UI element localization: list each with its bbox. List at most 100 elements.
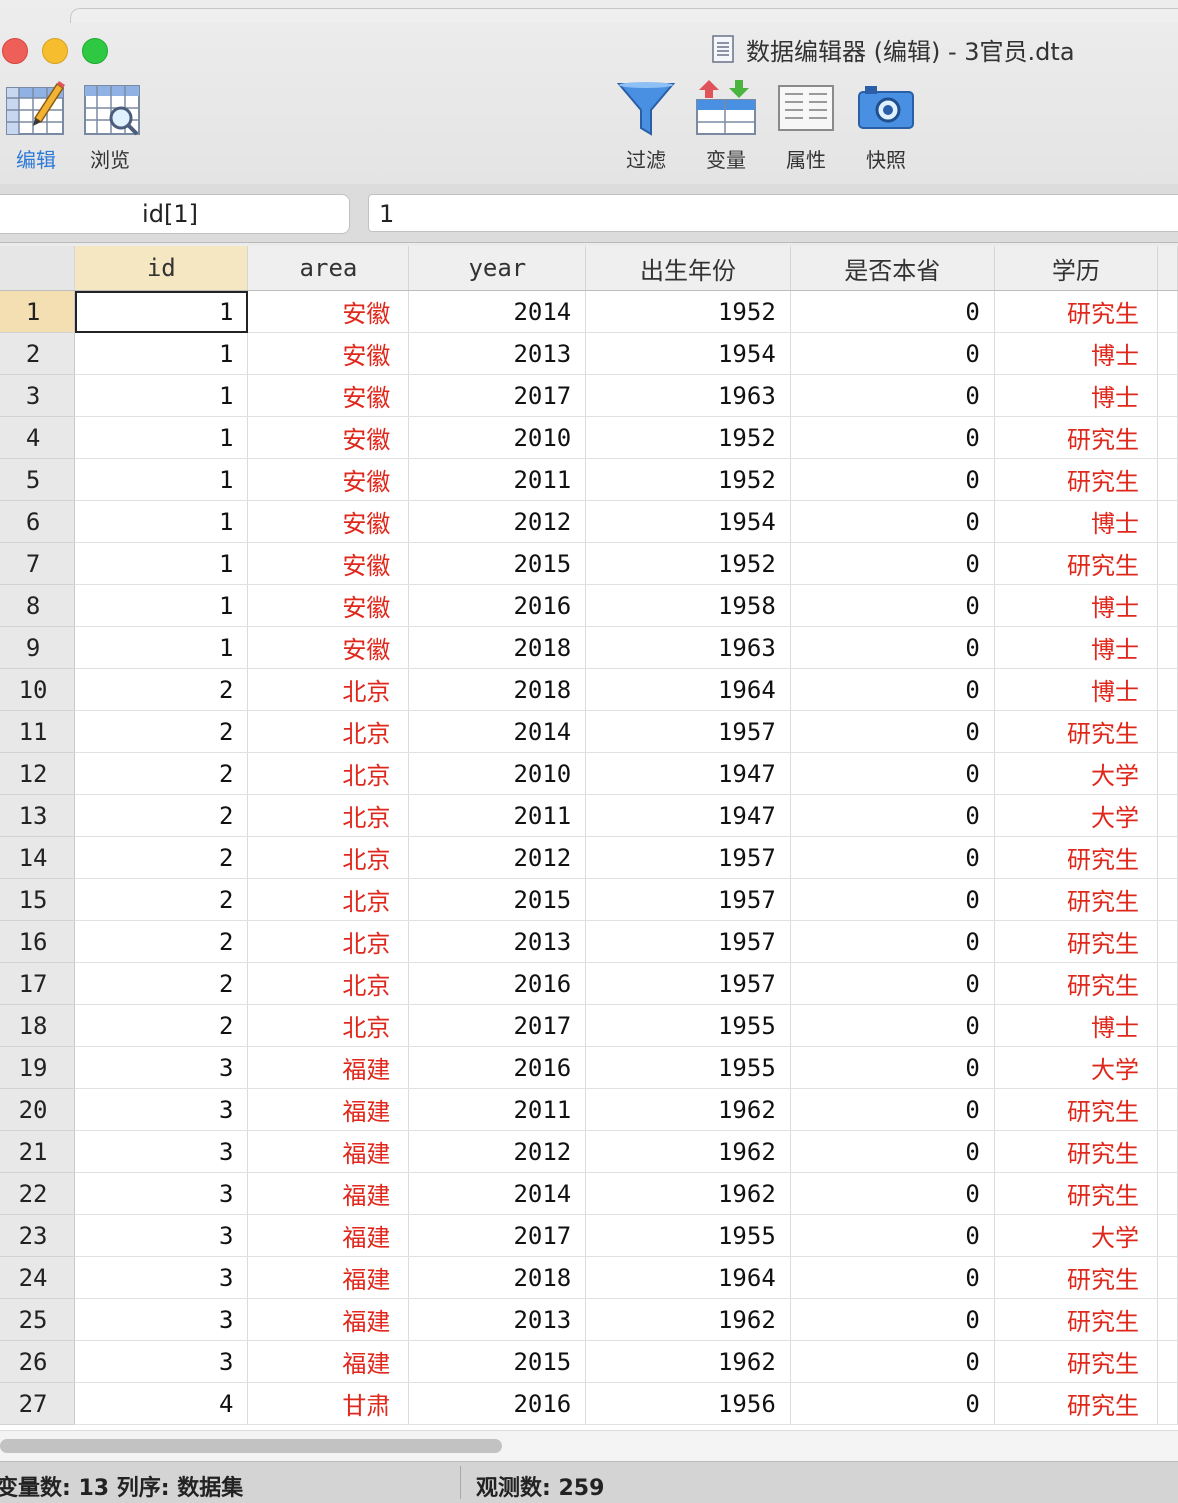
table-cell-empty[interactable] bbox=[1157, 416, 1178, 459]
table-cell[interactable]: 研究生 bbox=[994, 962, 1159, 1005]
data-grid[interactable]: id area year 出生年份 是否本省 学历 1 1 安徽 2014 1952 0 研… bbox=[0, 246, 1178, 1430]
table-cell[interactable]: 3 bbox=[74, 1214, 249, 1257]
table-cell[interactable]: 2017 bbox=[408, 1004, 587, 1047]
table-cell[interactable]: 1954 bbox=[585, 500, 791, 543]
minimize-window-button[interactable] bbox=[42, 38, 68, 64]
table-cell[interactable]: 1957 bbox=[585, 962, 791, 1005]
table-cell-empty[interactable] bbox=[1157, 752, 1178, 795]
table-cell[interactable]: 2012 bbox=[408, 500, 587, 543]
table-cell[interactable]: 2011 bbox=[408, 1088, 587, 1131]
table-cell[interactable]: 2016 bbox=[408, 584, 587, 627]
table-cell[interactable]: 北京 bbox=[247, 962, 410, 1005]
table-cell[interactable]: 0 bbox=[790, 920, 995, 963]
table-cell[interactable]: 研究生 bbox=[994, 710, 1159, 753]
cell-name-box[interactable]: id[1] bbox=[0, 194, 350, 234]
table-cell[interactable]: 0 bbox=[790, 374, 995, 417]
table-cell[interactable]: 2016 bbox=[408, 1046, 587, 1089]
table-cell[interactable]: 博士 bbox=[994, 332, 1159, 375]
table-cell[interactable]: 北京 bbox=[247, 836, 410, 879]
table-cell[interactable]: 1958 bbox=[585, 584, 791, 627]
filter-button[interactable]: 过滤 bbox=[610, 78, 682, 173]
cell-value-input[interactable]: 1 bbox=[368, 194, 1178, 232]
table-cell[interactable]: 1 bbox=[74, 416, 249, 459]
table-cell[interactable]: 0 bbox=[790, 1298, 995, 1341]
table-cell[interactable]: 1957 bbox=[585, 878, 791, 921]
table-cell-empty[interactable] bbox=[1157, 668, 1178, 711]
table-cell[interactable]: 研究生 bbox=[994, 1256, 1159, 1299]
table-cell[interactable]: 0 bbox=[790, 458, 995, 501]
table-cell[interactable]: 1952 bbox=[585, 458, 791, 501]
table-cell[interactable]: 0 bbox=[790, 1256, 995, 1299]
table-cell[interactable]: 研究生 bbox=[994, 836, 1159, 879]
row-number[interactable]: 7 bbox=[0, 542, 76, 585]
table-cell[interactable]: 研究生 bbox=[994, 878, 1159, 921]
table-cell[interactable]: 0 bbox=[790, 752, 995, 795]
table-cell[interactable]: 1956 bbox=[585, 1382, 791, 1425]
table-cell[interactable]: 2011 bbox=[408, 458, 587, 501]
table-cell-empty[interactable] bbox=[1157, 542, 1178, 585]
table-cell[interactable]: 0 bbox=[790, 1340, 995, 1383]
table-cell[interactable]: 2 bbox=[74, 1004, 249, 1047]
table-cell-empty[interactable] bbox=[1157, 920, 1178, 963]
table-cell-empty[interactable] bbox=[1157, 1088, 1178, 1131]
table-cell[interactable]: 北京 bbox=[247, 878, 410, 921]
table-cell[interactable]: 0 bbox=[790, 1172, 995, 1215]
row-number[interactable]: 25 bbox=[0, 1298, 76, 1341]
table-cell[interactable]: 研究生 bbox=[994, 1130, 1159, 1173]
table-cell[interactable]: 3 bbox=[74, 1088, 249, 1131]
row-number[interactable]: 22 bbox=[0, 1172, 76, 1215]
table-cell[interactable]: 1 bbox=[74, 374, 249, 417]
table-cell-empty[interactable] bbox=[1157, 332, 1178, 375]
table-cell-empty[interactable] bbox=[1157, 1298, 1178, 1341]
table-cell[interactable]: 2016 bbox=[408, 962, 587, 1005]
table-cell[interactable]: 2017 bbox=[408, 374, 587, 417]
table-cell[interactable]: 1947 bbox=[585, 794, 791, 837]
table-cell-empty[interactable] bbox=[1157, 1256, 1178, 1299]
table-cell[interactable]: 1 bbox=[74, 542, 249, 585]
snapshot-button[interactable]: 快照 bbox=[850, 78, 922, 173]
table-cell[interactable]: 2018 bbox=[408, 668, 587, 711]
table-cell[interactable]: 1955 bbox=[585, 1214, 791, 1257]
table-cell[interactable]: 0 bbox=[790, 542, 995, 585]
row-number[interactable]: 8 bbox=[0, 584, 76, 627]
row-number[interactable]: 16 bbox=[0, 920, 76, 963]
table-cell[interactable]: 福建 bbox=[247, 1088, 410, 1131]
table-cell[interactable]: 0 bbox=[790, 1046, 995, 1089]
row-number[interactable]: 26 bbox=[0, 1340, 76, 1383]
table-cell[interactable]: 研究生 bbox=[994, 920, 1159, 963]
table-cell[interactable]: 研究生 bbox=[994, 416, 1159, 459]
table-cell[interactable]: 0 bbox=[790, 290, 995, 333]
table-cell[interactable]: 研究生 bbox=[994, 542, 1159, 585]
row-number[interactable]: 23 bbox=[0, 1214, 76, 1257]
table-cell[interactable]: 0 bbox=[790, 836, 995, 879]
table-cell[interactable]: 2012 bbox=[408, 1130, 587, 1173]
table-cell[interactable]: 北京 bbox=[247, 794, 410, 837]
column-header-year[interactable]: year bbox=[408, 246, 587, 291]
table-cell[interactable]: 1964 bbox=[585, 668, 791, 711]
table-cell-empty[interactable] bbox=[1157, 1340, 1178, 1383]
table-cell[interactable]: 0 bbox=[790, 626, 995, 669]
maximize-window-button[interactable] bbox=[82, 38, 108, 64]
edit-mode-button[interactable]: 编辑 bbox=[0, 76, 72, 176]
table-cell-empty[interactable] bbox=[1157, 710, 1178, 753]
table-cell[interactable]: 北京 bbox=[247, 668, 410, 711]
table-cell[interactable]: 2010 bbox=[408, 752, 587, 795]
table-cell[interactable]: 0 bbox=[790, 1214, 995, 1257]
table-cell[interactable]: 大学 bbox=[994, 1046, 1159, 1089]
variables-button[interactable]: 变量 bbox=[690, 78, 762, 173]
browse-mode-button[interactable]: 浏览 bbox=[74, 78, 146, 173]
row-number[interactable]: 14 bbox=[0, 836, 76, 879]
table-cell[interactable]: 福建 bbox=[247, 1256, 410, 1299]
table-cell[interactable]: 0 bbox=[790, 1004, 995, 1047]
table-cell[interactable]: 博士 bbox=[994, 374, 1159, 417]
table-cell[interactable]: 2 bbox=[74, 962, 249, 1005]
table-cell[interactable]: 0 bbox=[790, 1088, 995, 1131]
table-cell[interactable]: 0 bbox=[790, 332, 995, 375]
table-cell[interactable]: 福建 bbox=[247, 1172, 410, 1215]
table-cell[interactable]: 安徽 bbox=[247, 500, 410, 543]
table-cell[interactable]: 1947 bbox=[585, 752, 791, 795]
table-cell[interactable]: 大学 bbox=[994, 794, 1159, 837]
table-cell[interactable]: 安徽 bbox=[247, 584, 410, 627]
table-cell[interactable]: 2 bbox=[74, 710, 249, 753]
table-cell[interactable]: 2 bbox=[74, 920, 249, 963]
